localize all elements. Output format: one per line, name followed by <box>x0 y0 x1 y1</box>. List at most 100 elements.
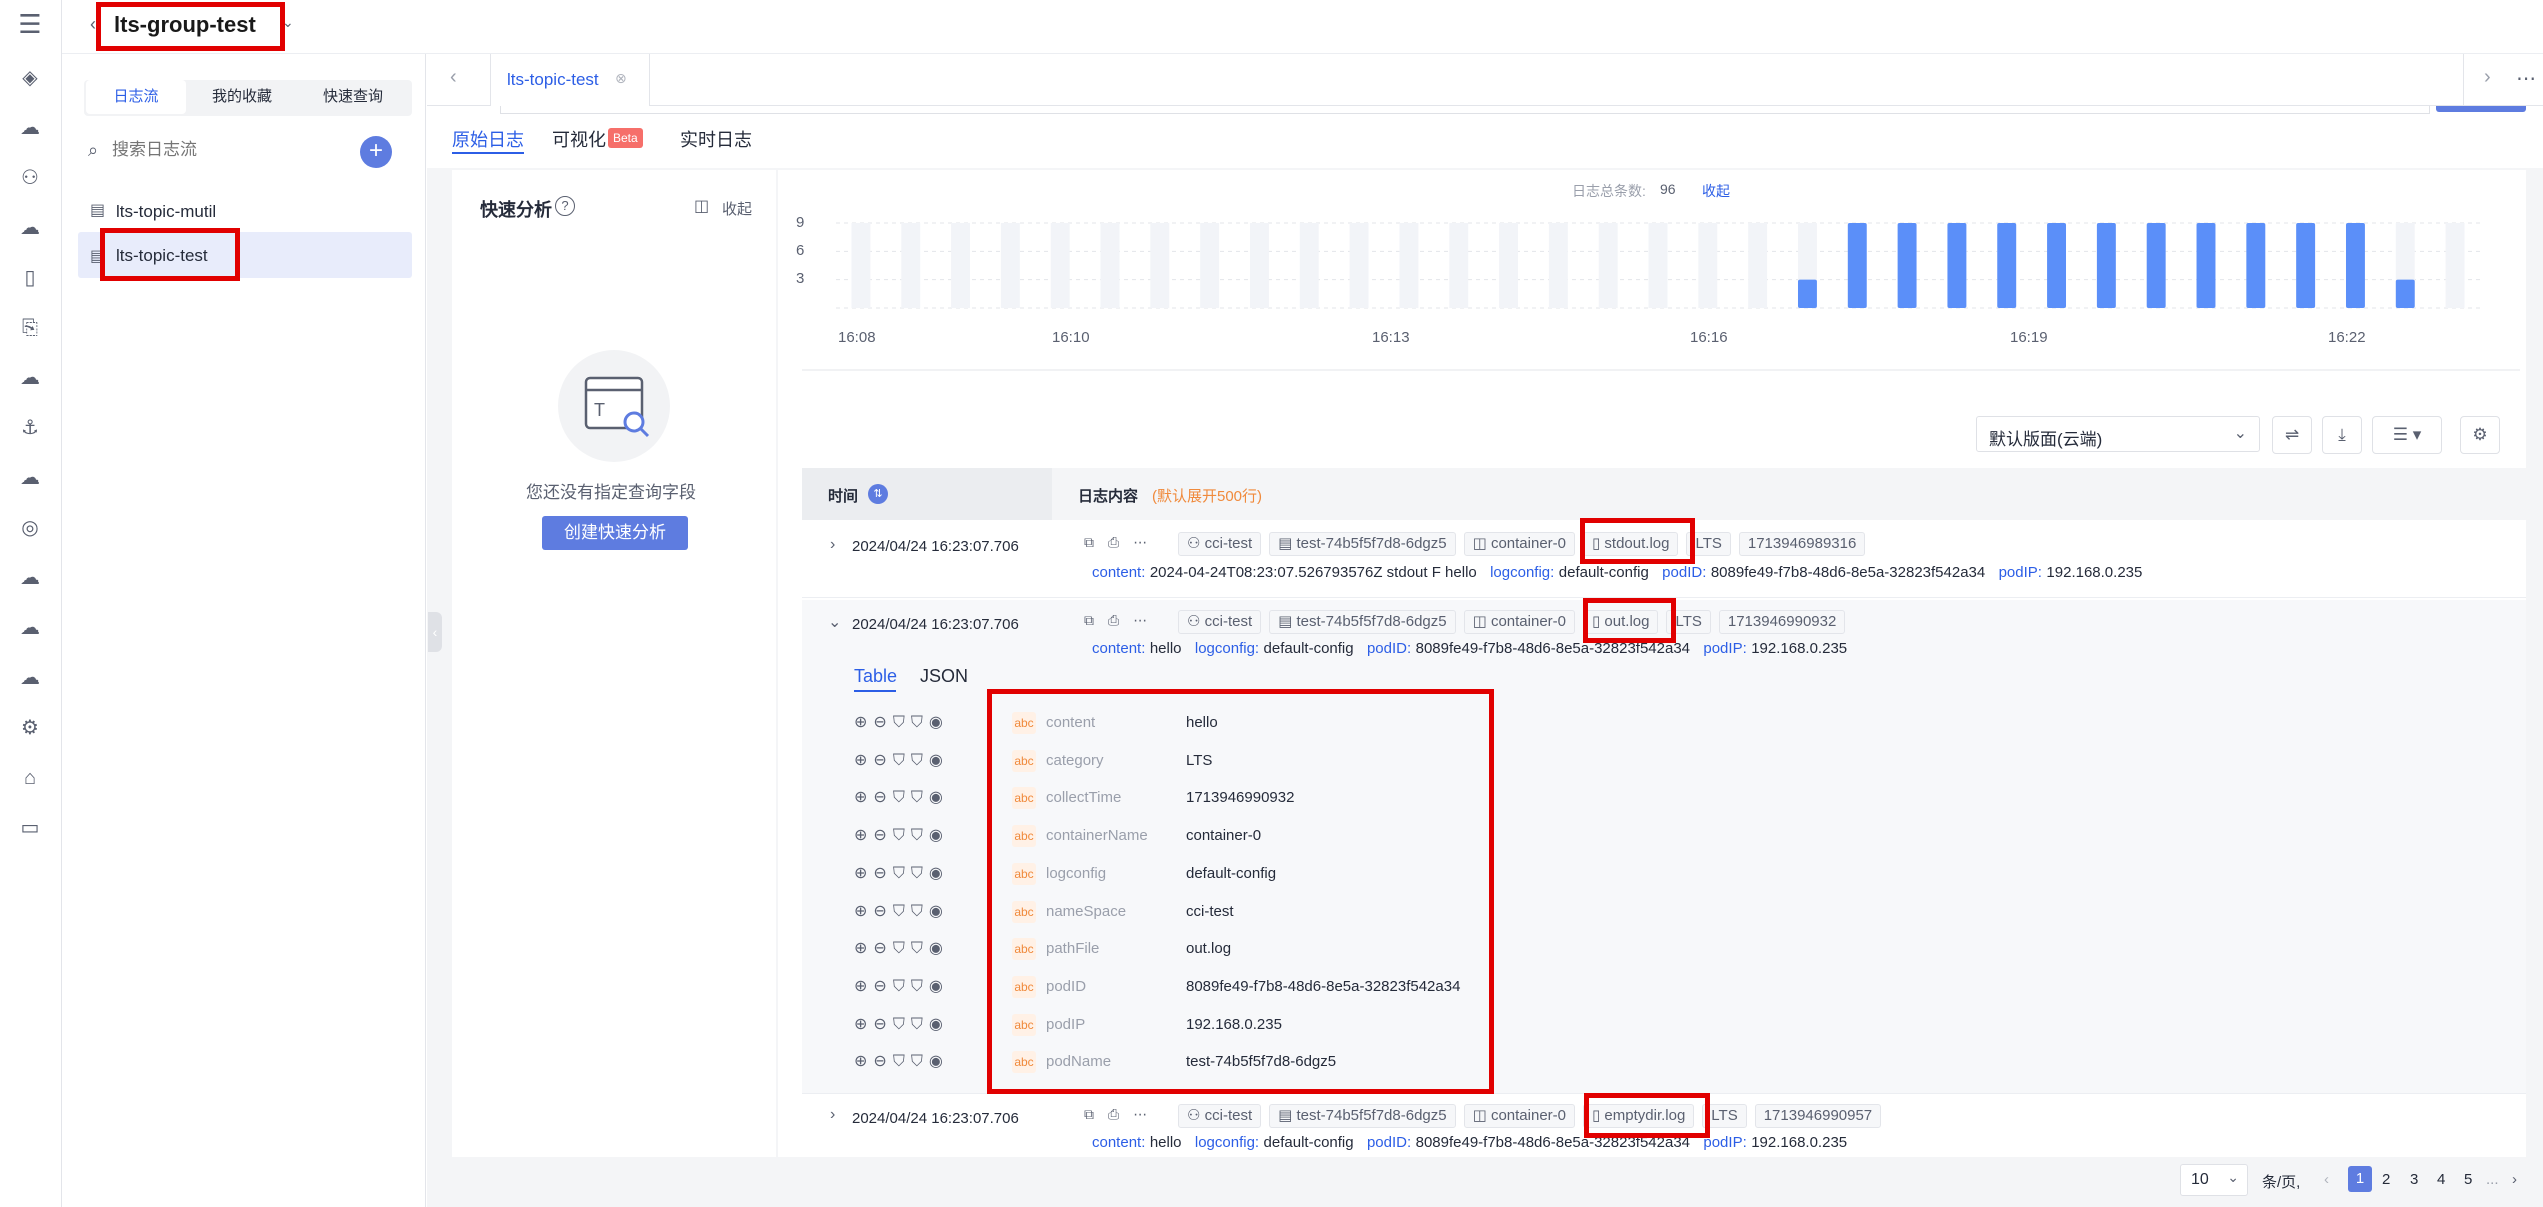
detail-tab-json[interactable]: JSON <box>920 666 968 687</box>
field-action-icons[interactable]: ⊕⊖⛉⛉◉ <box>854 787 949 807</box>
anchor-icon[interactable]: ⚓ <box>16 414 44 442</box>
row-action-icons[interactable]: ⧉⎙⋯ <box>1084 534 1161 551</box>
expand-icon[interactable]: › <box>830 536 835 554</box>
segment-streams[interactable]: 日志流 <box>86 80 186 114</box>
page-1[interactable]: 1 <box>2348 1166 2372 1192</box>
cloud-more-icon[interactable]: ☁ <box>16 464 44 492</box>
service-icon-1[interactable]: ◈ <box>16 64 44 92</box>
field-value[interactable]: 192.168.0.235 <box>1751 1134 1847 1151</box>
page-5[interactable]: 5 <box>2464 1171 2472 1188</box>
cluster-icon[interactable]: ⚇ <box>16 164 44 192</box>
add-stream-button[interactable]: + <box>360 136 392 168</box>
field-value[interactable]: hello <box>1150 640 1182 657</box>
wrap-toggle-button[interactable]: ⇌ <box>2272 416 2312 454</box>
field-key[interactable]: content: <box>1092 1134 1145 1151</box>
cloud-network-icon[interactable]: ☁ <box>16 564 44 592</box>
row-height-button[interactable]: ☰ ▾ <box>2372 416 2442 454</box>
tag-namespace[interactable]: ⚇ cci-test <box>1178 532 1262 556</box>
collapse-panel-icon[interactable]: ◫ <box>694 196 709 216</box>
field-action-icons[interactable]: ⊕⊖⛉⛉◉ <box>854 750 949 770</box>
segment-favorites[interactable]: 我的收藏 <box>190 80 294 114</box>
tab-realtime-logs[interactable]: 实时日志 <box>680 126 752 152</box>
cloud-service-icon[interactable]: ☁ <box>16 664 44 692</box>
field-key[interactable]: podIP: <box>1999 564 2042 581</box>
field-action-icons[interactable]: ⊕⊖⛉⛉◉ <box>854 901 949 921</box>
field-action-icons[interactable]: ⊕⊖⛉⛉◉ <box>854 976 949 996</box>
field-key[interactable]: podID: <box>1662 564 1706 581</box>
expand-icon[interactable]: › <box>830 1106 835 1124</box>
tag-pod[interactable]: ▤ test-74b5f5f7d8-6dgz5 <box>1269 610 1456 634</box>
field-value[interactable]: default-config <box>1264 1134 1354 1151</box>
stream-search-input[interactable] <box>112 136 342 164</box>
field-key[interactable]: podIP: <box>1703 640 1746 657</box>
tag-container[interactable]: ◫ container-0 <box>1463 532 1575 556</box>
tab-raw-logs[interactable]: 原始日志 <box>452 126 524 152</box>
histogram-bar[interactable] <box>2096 223 2116 308</box>
chat-icon[interactable]: ◎ <box>16 514 44 542</box>
field-action-icons[interactable]: ⊕⊖⛉⛉◉ <box>854 825 949 845</box>
tag-collect-time[interactable]: 1713946989316 <box>1738 532 1866 556</box>
segment-quick-query[interactable]: 快速查询 <box>296 80 410 114</box>
field-action-icons[interactable]: ⊕⊖⛉⛉◉ <box>854 1014 949 1034</box>
layout-select[interactable]: 默认版面(云端) ⌄ <box>1976 416 2260 452</box>
settings-doc-icon[interactable]: ⚙ <box>16 714 44 742</box>
field-value[interactable]: hello <box>1150 1134 1182 1151</box>
cloud-sync-icon[interactable]: ☁ <box>16 364 44 392</box>
page-2[interactable]: 2 <box>2382 1171 2390 1188</box>
histogram-collapse-button[interactable]: 收起 <box>1702 181 1730 201</box>
row-action-icons[interactable]: ⧉⎙⋯ <box>1084 612 1161 629</box>
files-icon[interactable]: ⎘ <box>16 314 44 342</box>
field-action-icons[interactable]: ⊕⊖⛉⛉◉ <box>854 1051 949 1071</box>
more-icon[interactable]: ⋯ <box>2516 66 2536 91</box>
panel-toggle-handle[interactable]: ‹ <box>428 612 442 652</box>
cloud-storage-icon[interactable]: ☁ <box>16 614 44 642</box>
page-next-icon[interactable]: › <box>2512 1171 2517 1188</box>
tab-lts-topic-test[interactable]: lts-topic-test ⊗ <box>490 54 650 106</box>
download-button[interactable]: ⤓ <box>2322 416 2362 454</box>
field-action-icons[interactable]: ⊕⊖⛉⛉◉ <box>854 863 949 883</box>
stream-item[interactable]: ▤ lts-topic-mutil <box>90 196 410 230</box>
field-key[interactable]: content: <box>1092 564 1145 581</box>
page-prev-icon[interactable]: ‹ <box>2324 1171 2329 1188</box>
field-key[interactable]: podID: <box>1367 640 1411 657</box>
analytics-icon[interactable]: ⌂ <box>16 764 44 792</box>
histogram-bar[interactable] <box>2146 223 2166 308</box>
folder-icon[interactable]: ▭ <box>16 814 44 842</box>
tab-visualization[interactable]: 可视化 <box>552 126 606 152</box>
histogram-bar[interactable] <box>2296 223 2316 308</box>
histogram-bar[interactable] <box>2047 223 2067 308</box>
field-value[interactable]: 192.168.0.235 <box>1751 640 1847 657</box>
document-icon[interactable]: ▯ <box>16 264 44 292</box>
tab-next-icon[interactable]: › <box>2484 66 2491 89</box>
row-action-icons[interactable]: ⧉⎙⋯ <box>1084 1106 1161 1123</box>
tag-collect-time[interactable]: 1713946990957 <box>1754 1104 1882 1128</box>
histogram-bar[interactable] <box>1797 279 1817 308</box>
histogram-bar[interactable] <box>1897 223 1917 308</box>
tag-collect-time[interactable]: 1713946990932 <box>1718 610 1846 634</box>
field-key[interactable]: logconfig: <box>1490 564 1554 581</box>
settings-button[interactable]: ⚙ <box>2460 416 2500 454</box>
detail-tab-table[interactable]: Table <box>854 666 897 687</box>
page-size-select[interactable]: 10 ⌄ <box>2180 1164 2248 1196</box>
field-value[interactable]: default-config <box>1559 564 1649 581</box>
field-key[interactable]: logconfig: <box>1195 640 1259 657</box>
collapse-icon[interactable]: ⌄ <box>828 612 841 632</box>
create-quick-analysis-button[interactable]: 创建快速分析 <box>542 516 688 550</box>
histogram-bar[interactable] <box>1847 223 1867 308</box>
tag-namespace[interactable]: ⚇ cci-test <box>1178 1104 1262 1128</box>
histogram-bar[interactable] <box>2395 279 2415 308</box>
field-value[interactable]: 192.168.0.235 <box>2046 564 2142 581</box>
page-4[interactable]: 4 <box>2437 1171 2445 1188</box>
tag-container[interactable]: ◫ container-0 <box>1463 1104 1575 1128</box>
histogram-bar[interactable] <box>2196 223 2216 308</box>
histogram-bar[interactable] <box>1997 223 2017 308</box>
field-action-icons[interactable]: ⊕⊖⛉⛉◉ <box>854 712 949 732</box>
cloud-icon[interactable]: ☁ <box>16 114 44 142</box>
field-key[interactable]: podID: <box>1367 1134 1411 1151</box>
tab-close-icon[interactable]: ⊗ <box>615 70 627 87</box>
cloud-db-icon[interactable]: ☁ <box>16 214 44 242</box>
tab-prev-icon[interactable]: ‹ <box>450 66 457 89</box>
tag-pod[interactable]: ▤ test-74b5f5f7d8-6dgz5 <box>1269 532 1456 556</box>
help-icon[interactable]: ? <box>555 196 575 216</box>
menu-icon[interactable]: ☰ <box>16 10 44 38</box>
